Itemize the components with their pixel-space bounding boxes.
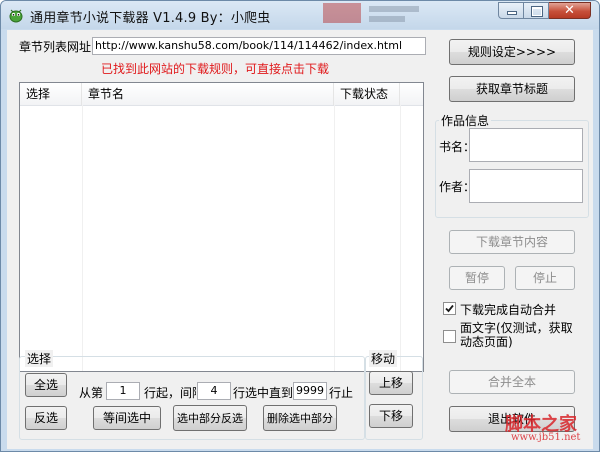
url-input[interactable]: http://www.kanshu58.com/book/114/114462/… xyxy=(92,37,426,55)
rules-settings-button[interactable]: 规则设定>>>> xyxy=(449,39,575,65)
title-background-decoration xyxy=(323,1,433,27)
move-down-button[interactable]: 下移 xyxy=(369,404,413,428)
minimize-button[interactable] xyxy=(498,2,524,19)
app-window: 通用章节小说下载器 V1.4.9 By：小爬虫 ✕ 章节列表网址 http://… xyxy=(0,0,600,452)
window-controls: ✕ xyxy=(498,2,591,20)
window-title: 通用章节小说下载器 V1.4.9 By：小爬虫 xyxy=(30,11,271,26)
auto-merge-checkbox[interactable] xyxy=(443,302,456,315)
until-row-input[interactable]: 9999 xyxy=(293,382,327,400)
pause-button[interactable]: 暂停 xyxy=(449,266,505,290)
close-button[interactable]: ✕ xyxy=(549,2,591,19)
until-label: 行选中直到 xyxy=(233,386,294,400)
select-all-button[interactable]: 全选 xyxy=(25,373,67,397)
dynamic-page-checkbox[interactable] xyxy=(443,330,456,343)
checkmark-icon xyxy=(445,304,454,313)
close-icon: ✕ xyxy=(564,3,575,18)
app-bug-icon xyxy=(9,9,23,23)
move-up-button[interactable]: 上移 xyxy=(369,371,413,395)
get-chapter-titles-button[interactable]: 获取章节标题 xyxy=(449,76,575,102)
select-group-title: 选择 xyxy=(25,350,54,367)
stop-button[interactable]: 停止 xyxy=(515,266,575,290)
url-label: 章节列表网址 xyxy=(19,40,92,54)
merge-all-button[interactable]: 合并全本 xyxy=(449,370,575,394)
author-field[interactable] xyxy=(469,169,583,203)
download-chapters-button[interactable]: 下载章节内容 xyxy=(449,230,575,254)
col-chapter-name[interactable]: 章节名 xyxy=(82,83,334,105)
interval-select-button[interactable]: 等间选中 xyxy=(93,406,161,430)
auto-merge-label: 下载完成自动合并 xyxy=(460,303,557,317)
book-name-field[interactable] xyxy=(469,128,583,162)
from-row-input[interactable]: 1 xyxy=(106,382,140,400)
list-gridline xyxy=(334,105,335,371)
chapter-list-header: 选择 章节名 下载状态 xyxy=(20,83,423,106)
from-label: 从第 xyxy=(79,386,104,400)
dynamic-page-label: 面文字(仅测试，获取动态页面) xyxy=(460,321,573,349)
chapter-list[interactable]: 选择 章节名 下载状态 xyxy=(19,82,424,372)
rule-found-notice: 已找到此网站的下载规则，可直接点击下载 xyxy=(101,62,330,76)
partial-invert-button[interactable]: 选中部分反选 xyxy=(173,405,247,431)
book-info-title: 作品信息 xyxy=(439,112,492,129)
title-bar[interactable]: 通用章节小说下载器 V1.4.9 By：小爬虫 ✕ xyxy=(1,1,599,29)
delete-selected-button[interactable]: 删除选中部分 xyxy=(263,405,337,431)
col-download-status[interactable]: 下载状态 xyxy=(334,83,400,105)
start-label: 行起，间隔 xyxy=(144,386,196,400)
list-gridline xyxy=(400,105,401,371)
end-label: 行止 xyxy=(329,386,353,400)
move-group-title: 移动 xyxy=(369,350,398,367)
invert-selection-button[interactable]: 反选 xyxy=(25,406,67,430)
col-select[interactable]: 选择 xyxy=(20,83,82,105)
maximize-button[interactable] xyxy=(524,2,549,19)
list-gridline xyxy=(82,105,83,371)
client-area: 章节列表网址 http://www.kanshu58.com/book/114/… xyxy=(7,30,593,449)
interval-input[interactable]: 4 xyxy=(197,382,231,400)
watermark-url: www.jb51.net xyxy=(511,432,581,443)
